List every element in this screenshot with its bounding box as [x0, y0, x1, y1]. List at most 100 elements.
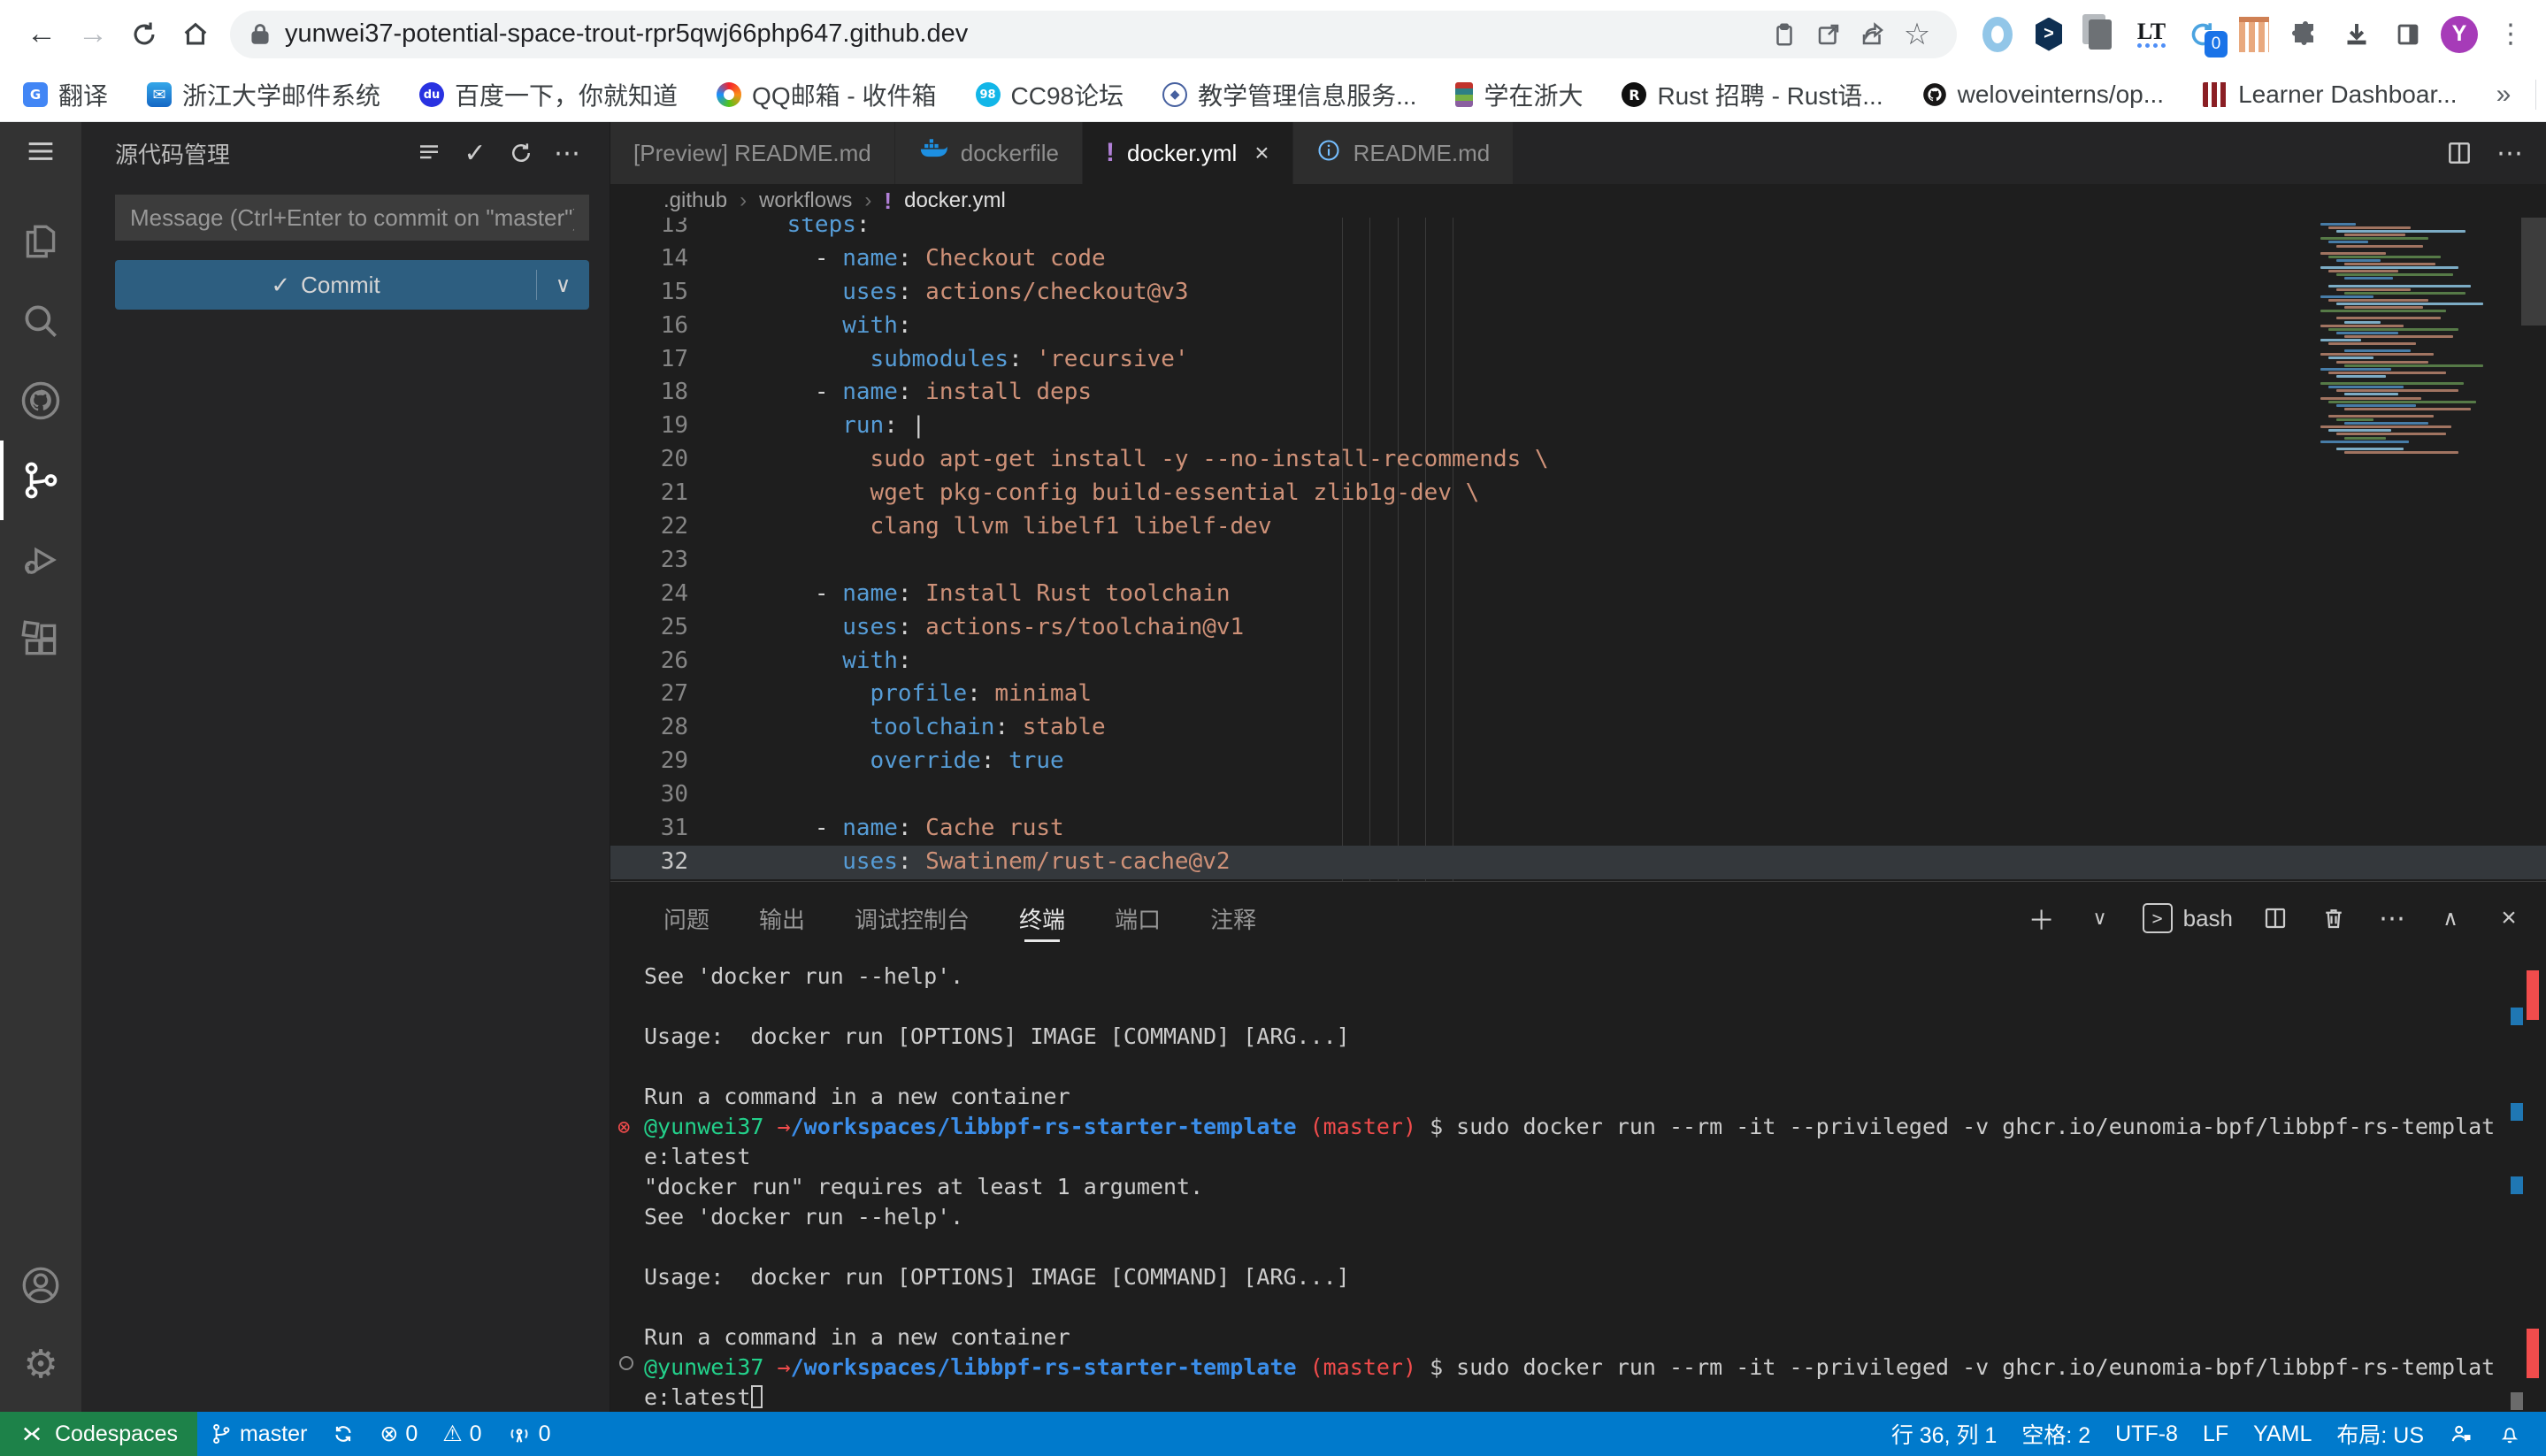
editor-scrollbar[interactable] [2521, 218, 2546, 326]
code-line: 31 - name: Cache rust [610, 812, 2546, 846]
close-icon[interactable]: × [1254, 139, 1269, 167]
account-icon[interactable] [0, 1245, 81, 1325]
new-terminal-icon[interactable]: ＋ [2026, 899, 2058, 938]
status-sync[interactable] [319, 1412, 367, 1456]
bookmark-item[interactable]: Rust 招聘 - Rust语... [1622, 77, 1883, 112]
bookmark-item[interactable]: QQ邮箱 - 收件箱 [717, 77, 936, 112]
github-icon[interactable] [0, 361, 81, 441]
bookmark-item[interactable]: weloveinterns/op... [1922, 80, 2164, 109]
code-line: 27 profile: minimal [610, 678, 2546, 711]
editor-tab-docker-yml[interactable]: !docker.yml× [1083, 122, 1293, 184]
bookmark-item[interactable]: 翻译 [23, 77, 108, 112]
bookmark-item[interactable]: CC98论坛 [976, 77, 1124, 112]
editor-more-actions-icon[interactable]: ⋯ [2496, 138, 2523, 169]
clipboard-icon[interactable] [1762, 12, 1806, 57]
extension-oval-icon[interactable] [1978, 15, 2017, 54]
search-icon[interactable] [0, 281, 81, 361]
extensions-icon[interactable] [0, 600, 81, 679]
status-feedback[interactable] [2436, 1412, 2486, 1456]
panel-tab-调试控制台[interactable]: 调试控制台 [855, 882, 970, 954]
status-ports[interactable]: 0 [495, 1412, 564, 1456]
breadcrumb-item[interactable]: docker.yml [904, 188, 1006, 213]
breadcrumb[interactable]: .github›workflows›!docker.yml [610, 184, 2546, 218]
view-sort-icon[interactable] [406, 130, 452, 176]
menu-hamburger-icon[interactable] [0, 122, 81, 180]
editor-tab-dockerfile[interactable]: dockerfile [895, 122, 1083, 184]
maximize-panel-chevron[interactable]: ∧ [2435, 899, 2466, 938]
status-notifications[interactable] [2486, 1412, 2534, 1456]
source-control-icon[interactable] [0, 441, 81, 520]
settings-gear-icon[interactable]: ⚙ [0, 1325, 81, 1405]
editor-tab-readme-md[interactable]: README.md [1293, 122, 1515, 184]
extension-pages-icon[interactable] [2081, 15, 2120, 54]
refresh-icon[interactable] [498, 130, 544, 176]
breadcrumb-item[interactable]: .github [663, 188, 727, 213]
close-panel-icon[interactable]: × [2493, 899, 2525, 938]
panel-tab-注释[interactable]: 注释 [1210, 882, 1256, 954]
forward-icon[interactable]: → [67, 9, 119, 60]
status-encoding[interactable]: UTF-8 [2103, 1412, 2190, 1456]
reload-icon[interactable] [119, 9, 170, 60]
extension-shield-icon[interactable]: > [2029, 15, 2068, 54]
bookmark-item[interactable]: 百度一下，你就知道 [419, 77, 678, 112]
panel-tab-问题[interactable]: 问题 [663, 882, 709, 954]
sync-extension-icon[interactable]: 0 [2183, 15, 2222, 54]
panel-tab-端口[interactable]: 端口 [1115, 882, 1161, 954]
back-icon[interactable]: ← [16, 9, 67, 60]
status-branch[interactable]: master [197, 1412, 319, 1456]
languagetool-icon[interactable]: LT [2132, 15, 2171, 54]
split-editor-icon[interactable] [2445, 139, 2473, 167]
commit-message-input[interactable] [115, 195, 589, 241]
bookmark-item[interactable]: Learner Dashboar... [2203, 80, 2458, 109]
status-errors[interactable]: ⊗0 [367, 1412, 430, 1456]
bookmark-item[interactable]: 学在浙大 [1455, 77, 1583, 112]
bookmark-item[interactable]: 教学管理信息服务... [1162, 77, 1416, 112]
commit-check-icon[interactable]: ✓ [452, 130, 498, 176]
puzzle-extensions-icon[interactable] [2286, 15, 2325, 54]
xuezai-zju-icon [1455, 82, 1473, 107]
status-eol[interactable]: LF [2190, 1412, 2241, 1456]
download-icon[interactable] [2337, 15, 2376, 54]
minimap-line [2320, 281, 2519, 284]
panel-more-actions-icon[interactable]: ⋯ [2376, 899, 2408, 938]
terminal-dropdown-chevron[interactable]: ∨ [2084, 899, 2116, 938]
terminal-output[interactable]: See 'docker run --help'.Usage: docker ru… [610, 954, 2546, 1413]
line-number: 25 [610, 611, 708, 645]
profile-avatar[interactable]: Y [2440, 15, 2479, 54]
extension-ammo-icon[interactable] [2235, 15, 2274, 54]
run-debug-icon[interactable] [0, 520, 81, 600]
panel-tab-输出[interactable]: 输出 [759, 882, 805, 954]
bookmark-star-icon[interactable]: ☆ [1895, 12, 1939, 57]
code-text: steps: [708, 218, 870, 242]
status-remote[interactable]: Codespaces [0, 1412, 197, 1456]
panel-tab-终端[interactable]: 终端 [1019, 882, 1065, 954]
editor-tab--preview-readme-md[interactable]: [Preview] README.md [610, 122, 895, 184]
status-indentation[interactable]: 空格: 2 [2009, 1412, 2103, 1456]
more-actions-icon[interactable]: ⋯ [544, 130, 590, 176]
status-language-mode[interactable]: YAML [2241, 1412, 2324, 1456]
bookmarks-overflow-chevron[interactable]: » [2496, 80, 2511, 110]
bookmark-item[interactable]: 浙江大学邮件系统 [147, 77, 380, 112]
commit-dropdown-chevron[interactable]: ∨ [536, 270, 589, 300]
browser-menu-icon[interactable]: ⋮ [2491, 15, 2530, 54]
address-bar[interactable]: yunwei37-potential-space-trout-rpr5qwj66… [230, 11, 1957, 58]
minimap[interactable] [2320, 223, 2519, 455]
status-cursor-position[interactable]: 行 36, 列 1 [1879, 1412, 2010, 1456]
status-keyboard-layout[interactable]: 布局: US [2324, 1412, 2436, 1456]
code-text: toolchain: stable [708, 711, 1106, 745]
terminal-session[interactable]: > bash [2143, 903, 2233, 933]
editor[interactable]: 13 steps:14 - name: Checkout code15 uses… [610, 218, 2546, 881]
breadcrumb-item[interactable]: workflows [759, 188, 852, 213]
side-panel-icon[interactable] [2389, 15, 2427, 54]
share-icon[interactable] [1851, 12, 1895, 57]
split-terminal-icon[interactable] [2259, 899, 2291, 938]
open-in-new-icon[interactable] [1806, 12, 1851, 57]
kill-terminal-trash-icon[interactable] [2318, 899, 2350, 938]
status-warnings[interactable]: ⚠0 [430, 1412, 494, 1456]
explorer-icon[interactable] [0, 202, 81, 281]
home-icon[interactable] [170, 9, 221, 60]
bookmarks-divider [2535, 80, 2536, 110]
line-number: 17 [610, 343, 708, 377]
commit-button[interactable]: ✓ Commit ∨ [115, 260, 589, 310]
code-text: - name: Checkout code [708, 242, 1106, 276]
